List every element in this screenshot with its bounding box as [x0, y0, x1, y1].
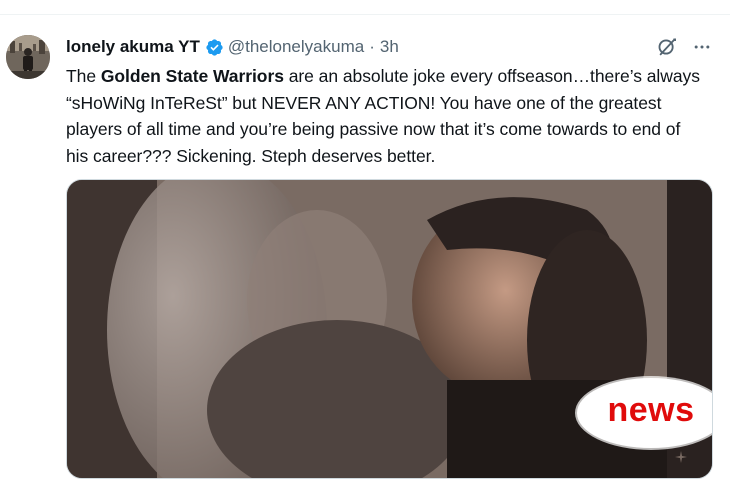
separator-dot: · [369, 37, 375, 56]
tweet-media[interactable]: news [66, 179, 713, 479]
user-handle[interactable]: @thelonelyakuma [228, 37, 364, 57]
tweet[interactable]: lonely akuma YT @thelonelyakuma · 3h The… [0, 15, 730, 479]
tweet-header: lonely akuma YT @thelonelyakuma · 3h [66, 36, 399, 58]
verified-badge-icon[interactable] [205, 38, 224, 57]
tweet-text-prefix: The [66, 66, 101, 86]
news-watermark-badge: news [577, 378, 712, 448]
display-name[interactable]: lonely akuma YT [66, 37, 200, 57]
sparkle-icon [675, 451, 687, 463]
avatar[interactable] [6, 35, 50, 79]
tweet-text: The Golden State Warriors are an absolut… [66, 63, 706, 169]
grok-icon[interactable] [656, 36, 678, 58]
news-badge-text: news [607, 390, 695, 429]
header-actions [656, 35, 712, 59]
more-icon[interactable] [692, 37, 712, 57]
timestamp[interactable]: 3h [380, 37, 399, 57]
avatar-image [6, 35, 50, 79]
tweet-text-bold: Golden State Warriors [100, 66, 284, 86]
